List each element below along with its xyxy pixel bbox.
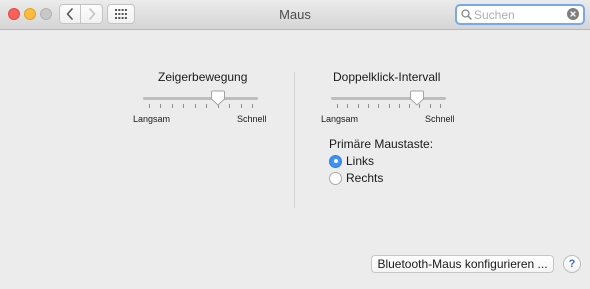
- help-button[interactable]: ?: [563, 255, 581, 273]
- slider-tick: [171, 104, 173, 108]
- double-click-slider[interactable]: [331, 90, 446, 111]
- slider-track: [143, 97, 258, 100]
- primary-button-label: Primäre Maustaste:: [329, 137, 434, 151]
- slider-tick: [149, 104, 150, 108]
- search-field[interactable]: [455, 4, 585, 25]
- radio-option-rechts[interactable]: Rechts: [329, 171, 383, 185]
- slider-tick: [388, 104, 390, 108]
- radio-label-links: Links: [346, 154, 375, 168]
- slider-tick: [229, 104, 231, 108]
- radio-option-links[interactable]: Links: [329, 154, 374, 168]
- slider-tick: [357, 104, 359, 108]
- double-click-label: Doppelklick-Intervall: [333, 70, 441, 84]
- slider-ticks: [149, 104, 253, 108]
- pointer-speed-min-label: Langsam: [133, 114, 171, 124]
- slider-tick: [206, 104, 208, 108]
- radio-button-rechts[interactable]: [329, 171, 342, 185]
- radio-label-rechts: Rechts: [346, 171, 384, 185]
- pointer-speed-slider[interactable]: [143, 90, 258, 111]
- double-click-min-label: Langsam: [321, 114, 359, 124]
- slider-tick: [367, 104, 369, 108]
- configure-bluetooth-mouse-button[interactable]: Bluetooth-Maus konfigurieren ...: [371, 255, 554, 273]
- slider-track: [331, 97, 446, 100]
- title-bar: Maus: [0, 0, 590, 30]
- clear-search-icon[interactable]: [567, 8, 579, 20]
- pointer-speed-max-label: Schnell: [237, 114, 267, 124]
- double-click-max-label: Schnell: [425, 114, 455, 124]
- slider-tick: [378, 104, 380, 108]
- slider-thumb[interactable]: [211, 90, 225, 106]
- column-divider: [294, 72, 295, 208]
- mouse-preferences-window: Maus Zeigerbewegung Langsam Schnell Dopp…: [0, 0, 590, 289]
- slider-ticks: [337, 104, 441, 108]
- slider-thumb[interactable]: [410, 90, 425, 106]
- slider-tick: [160, 104, 162, 108]
- slider-tick: [183, 104, 185, 108]
- radio-button-links[interactable]: [329, 154, 342, 168]
- search-icon: [461, 9, 472, 20]
- slider-tick: [252, 104, 253, 108]
- slider-tick: [398, 104, 400, 108]
- slider-tick: [337, 104, 338, 108]
- search-input[interactable]: [474, 7, 564, 22]
- slider-tick: [347, 104, 349, 108]
- slider-tick: [440, 104, 441, 108]
- pointer-speed-label: Zeigerbewegung: [158, 70, 248, 84]
- slider-tick: [194, 104, 196, 108]
- slider-tick: [429, 104, 431, 108]
- slider-tick: [240, 104, 242, 108]
